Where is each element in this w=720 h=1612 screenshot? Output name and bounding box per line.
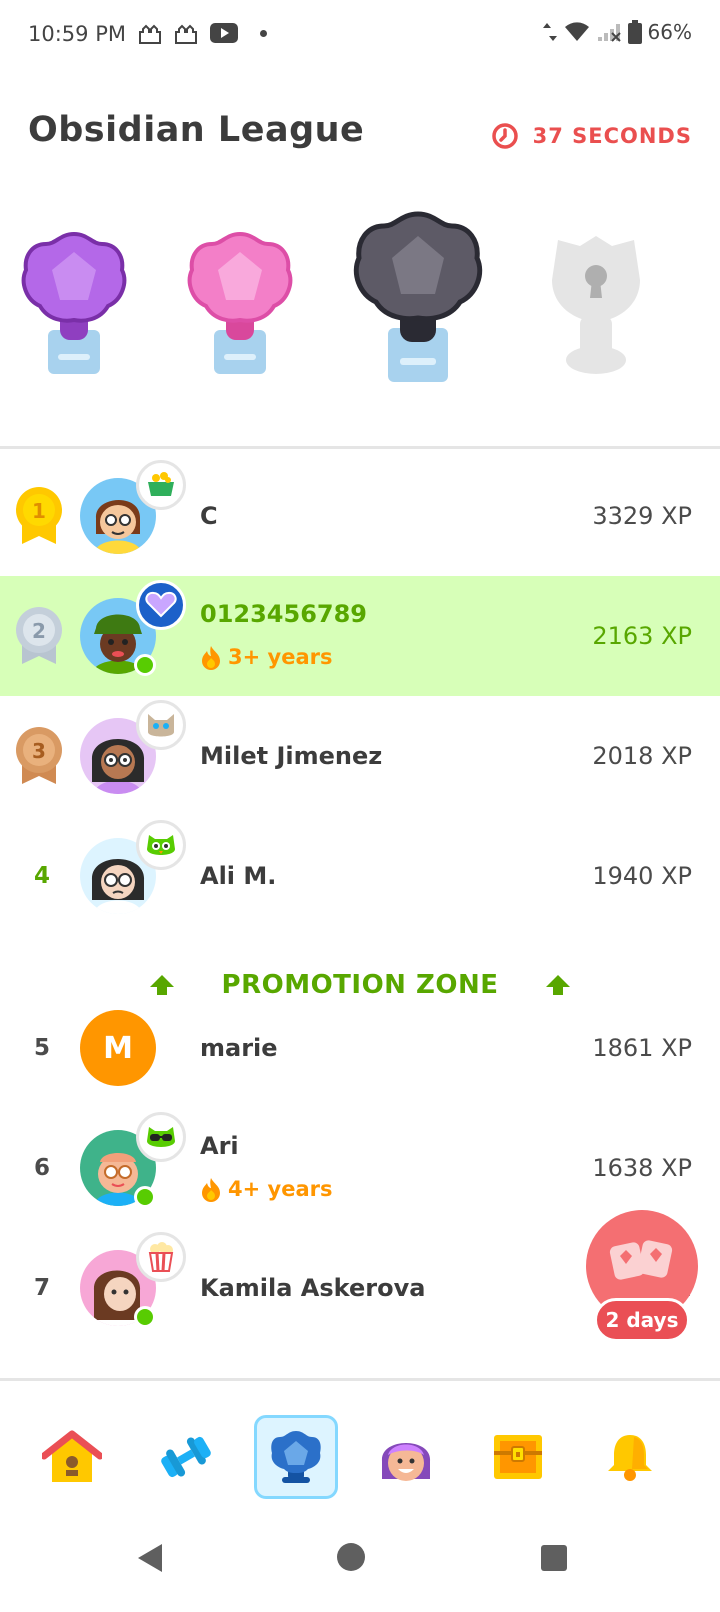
friends-icon (609, 1240, 673, 1280)
heart-badge-icon (136, 580, 186, 630)
user-name: C (200, 502, 218, 530)
streak-info: 3+ years (200, 644, 332, 670)
user-xp: 2163 XP (592, 622, 692, 650)
silver-medal-icon: 2 (16, 607, 62, 664)
online-indicator (134, 654, 156, 676)
status-time: 10:59 PM (28, 22, 126, 46)
nav-notifications[interactable] (588, 1415, 672, 1499)
days-left-badge[interactable]: 2 days (594, 1298, 690, 1342)
user-xp: 3329 XP (592, 502, 692, 530)
user-xp: 2018 XP (592, 742, 692, 770)
rank-number: 5 (33, 1035, 50, 1061)
page-title: Obsidian League (28, 110, 365, 150)
user-name: Milet Jimenez (200, 742, 383, 770)
gold-medal-icon: 1 (16, 487, 62, 544)
leaderboard-trophy-icon (271, 1431, 321, 1483)
svg-text:2: 2 (32, 619, 46, 643)
bell-icon (608, 1435, 652, 1481)
cell-signal-icon (597, 24, 621, 42)
treasure-chest-icon (494, 1435, 542, 1479)
cart-badge-icon (136, 460, 186, 510)
user-name: 0123456789 (200, 600, 367, 628)
youtube-icon (210, 23, 238, 43)
divider (0, 446, 720, 449)
owl-badge-icon (136, 820, 186, 870)
popcorn-badge-icon (136, 1232, 186, 1282)
leaderboard-row[interactable]: 3 Milet Jimenez 2018 XP (0, 696, 720, 816)
fire-icon (202, 1178, 220, 1202)
online-indicator (134, 1186, 156, 1208)
cat-badge-icon (136, 700, 186, 750)
svg-text:3: 3 (32, 739, 46, 763)
avatar-initial[interactable]: M (80, 1010, 156, 1086)
nav-practice[interactable] (144, 1415, 228, 1499)
streak-info: 4+ years (200, 1176, 332, 1202)
battery-icon (627, 20, 642, 44)
rank-number: 7 (33, 1275, 50, 1301)
fire-icon (202, 646, 220, 670)
recents-icon[interactable] (540, 1544, 568, 1572)
leaderboard-row-current-user[interactable]: 2 0123456789 3+ years 2163 XP (0, 576, 720, 696)
locked-league-trophy-icon[interactable] (540, 230, 652, 380)
clock-icon (491, 123, 518, 149)
rank-number: 4 (33, 863, 50, 889)
data-arrows-icon (542, 23, 557, 41)
dumbbell-icon (161, 1436, 211, 1478)
pearl-league-trophy-icon[interactable] (184, 230, 296, 380)
user-xp: 1940 XP (592, 862, 692, 890)
cool-owl-badge-icon (136, 1112, 186, 1162)
nav-home[interactable] (30, 1415, 114, 1499)
home-circle-icon[interactable] (336, 1542, 366, 1572)
bottom-navigation (0, 1378, 720, 1499)
streak-text: 4+ years (228, 1177, 333, 1201)
nav-leaderboards[interactable] (254, 1415, 338, 1499)
bronze-medal-icon: 3 (16, 727, 62, 784)
user-xp: 1861 XP (592, 1034, 692, 1062)
leaderboard-row[interactable]: 1 C 3329 XP (0, 456, 720, 576)
battery-percent: 66% (647, 20, 692, 44)
user-name: marie (200, 1034, 278, 1062)
status-bar: 10:59 PM 66% (0, 0, 720, 70)
leaderboard-row[interactable]: 6 Ari 4+ years 1638 XP (0, 1108, 720, 1228)
streak-text: 3+ years (228, 645, 333, 669)
svg-text:1: 1 (32, 499, 46, 523)
user-name: Ali M. (200, 862, 277, 890)
profile-icon (381, 1443, 431, 1481)
league-trophies (0, 200, 720, 400)
back-icon[interactable] (134, 1542, 164, 1574)
leaderboard-row[interactable]: 5 M marie 1861 XP (0, 988, 720, 1108)
online-indicator (134, 1306, 156, 1328)
leaderboard-row[interactable]: 4 Ali M. 1940 XP (0, 816, 720, 936)
league-timer: 37 SECONDS (491, 122, 692, 150)
wifi-icon (564, 22, 589, 41)
user-name: Ari (200, 1132, 239, 1160)
obsidian-league-trophy-icon[interactable] (350, 210, 486, 388)
rank-number: 6 (33, 1155, 50, 1181)
user-xp: 1638 XP (592, 1154, 692, 1182)
user-name: Kamila Askerova (200, 1274, 426, 1302)
system-navigation-bar (0, 1530, 720, 1612)
timer-text: 37 SECONDS (532, 124, 692, 148)
nav-shop[interactable] (476, 1415, 560, 1499)
notification-dot-icon (260, 29, 267, 37)
mosque-icon (175, 24, 197, 44)
mosque-icon (139, 24, 161, 44)
home-icon (42, 1430, 102, 1482)
amethyst-league-trophy-icon[interactable] (18, 230, 130, 380)
nav-profile[interactable] (364, 1415, 448, 1499)
